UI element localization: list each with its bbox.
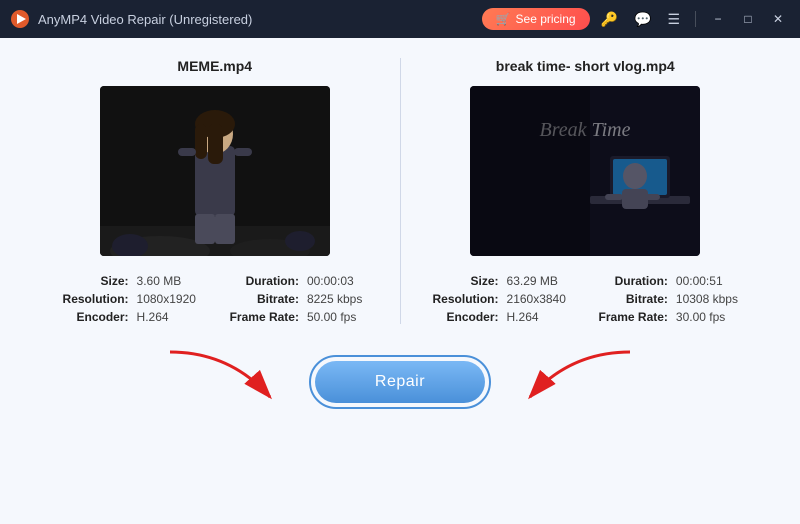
left-framerate-value: 50.00 fps bbox=[307, 310, 380, 324]
titlebar-actions: 🛒 See pricing 🔑 💬 ☰ − □ ✕ bbox=[482, 7, 790, 31]
right-bitrate-value: 10308 kbps bbox=[676, 292, 750, 306]
right-video-filename: break time- short vlog.mp4 bbox=[496, 58, 675, 74]
repair-button-wrapper: Repair bbox=[309, 355, 491, 409]
right-framerate-label: Frame Rate: bbox=[587, 310, 668, 324]
left-arrow bbox=[150, 342, 290, 417]
right-bitrate-label: Bitrate: bbox=[587, 292, 668, 306]
left-framerate-label: Frame Rate: bbox=[217, 310, 299, 324]
left-resolution-value: 1080x1920 bbox=[137, 292, 210, 306]
app-title: AnyMP4 Video Repair (Unregistered) bbox=[38, 12, 482, 27]
videos-row: MEME.mp4 bbox=[30, 58, 770, 324]
left-video-panel: MEME.mp4 bbox=[30, 58, 401, 324]
see-pricing-button[interactable]: 🛒 See pricing bbox=[482, 8, 590, 30]
repair-button[interactable]: Repair bbox=[315, 361, 485, 403]
left-video-info: Size: 3.60 MB Duration: 00:00:03 Resolut… bbox=[50, 274, 380, 324]
left-video-thumbnail bbox=[100, 86, 330, 256]
left-video-filename: MEME.mp4 bbox=[177, 58, 252, 74]
right-video-thumbnail: Break Time bbox=[470, 86, 700, 256]
right-video-panel: break time- short vlog.mp4 Break Time bbox=[401, 58, 771, 324]
left-duration-label: Duration: bbox=[217, 274, 299, 288]
right-size-value: 63.29 MB bbox=[507, 274, 579, 288]
left-size-label: Size: bbox=[50, 274, 129, 288]
main-content: MEME.mp4 bbox=[0, 38, 800, 524]
right-duration-label: Duration: bbox=[587, 274, 668, 288]
right-encoder-label: Encoder: bbox=[421, 310, 499, 324]
separator bbox=[695, 11, 696, 27]
right-encoder-value: H.264 bbox=[507, 310, 579, 324]
left-encoder-value: H.264 bbox=[137, 310, 210, 324]
right-duration-value: 00:00:51 bbox=[676, 274, 750, 288]
bottom-section: Repair bbox=[30, 342, 770, 422]
left-encoder-label: Encoder: bbox=[50, 310, 129, 324]
menu-button[interactable]: ☰ bbox=[662, 10, 685, 28]
chat-button[interactable]: 💬 bbox=[629, 10, 656, 28]
right-video-info: Size: 63.29 MB Duration: 00:00:51 Resolu… bbox=[421, 274, 751, 324]
close-button[interactable]: ✕ bbox=[766, 7, 790, 31]
left-duration-value: 00:00:03 bbox=[307, 274, 380, 288]
maximize-button[interactable]: □ bbox=[736, 7, 760, 31]
right-resolution-value: 2160x3840 bbox=[507, 292, 579, 306]
titlebar: AnyMP4 Video Repair (Unregistered) 🛒 See… bbox=[0, 0, 800, 38]
app-logo bbox=[10, 9, 30, 29]
right-framerate-value: 30.00 fps bbox=[676, 310, 750, 324]
key-button[interactable]: 🔑 bbox=[596, 10, 623, 28]
minimize-button[interactable]: − bbox=[706, 7, 730, 31]
left-resolution-label: Resolution: bbox=[50, 292, 129, 306]
right-resolution-label: Resolution: bbox=[421, 292, 499, 306]
left-bitrate-label: Bitrate: bbox=[217, 292, 299, 306]
cart-icon: 🛒 bbox=[496, 12, 511, 26]
right-size-label: Size: bbox=[421, 274, 499, 288]
left-size-value: 3.60 MB bbox=[137, 274, 210, 288]
left-bitrate-value: 8225 kbps bbox=[307, 292, 380, 306]
right-arrow bbox=[510, 342, 650, 417]
